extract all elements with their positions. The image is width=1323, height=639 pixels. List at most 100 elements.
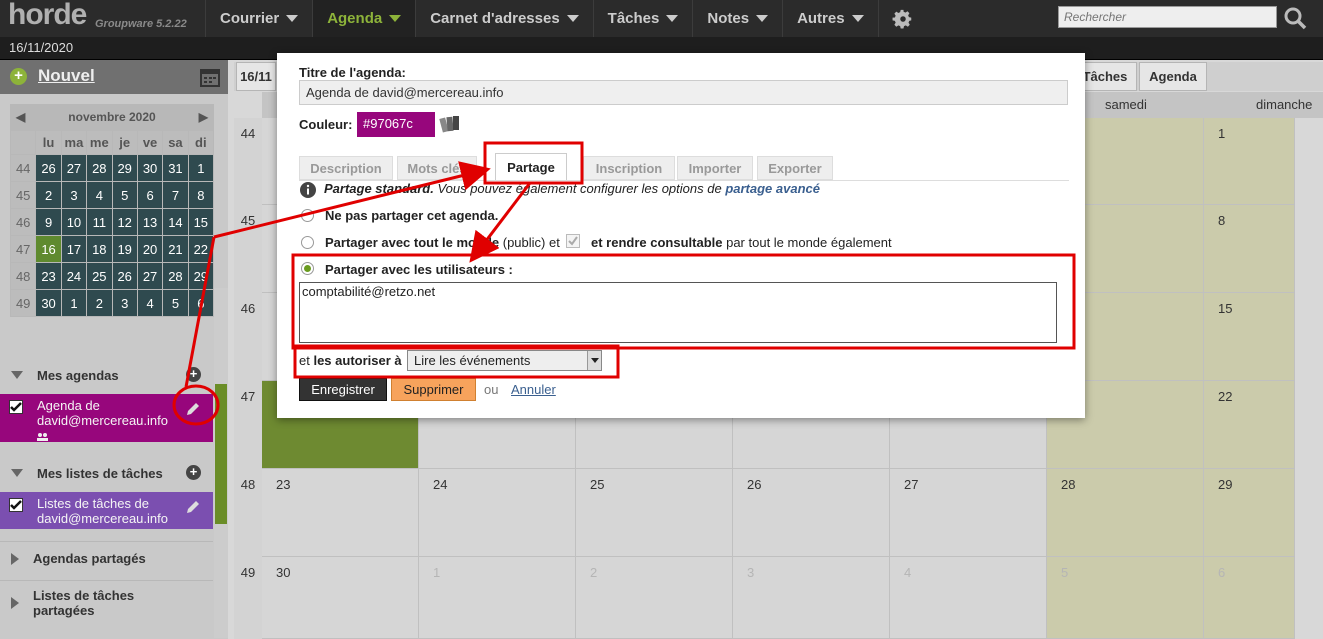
- calendar-day-cell[interactable]: 22: [1204, 381, 1295, 469]
- horde-logo[interactable]: horde Groupware 5.2.22: [0, 0, 205, 37]
- sidebar-scrollbar[interactable]: [214, 288, 228, 638]
- mini-day[interactable]: 14: [162, 208, 189, 236]
- tab-subscription[interactable]: Inscription: [583, 156, 675, 180]
- mini-day[interactable]: 1: [187, 154, 215, 182]
- add-tasklist-icon[interactable]: +: [186, 465, 201, 480]
- radio-no-share[interactable]: [301, 209, 314, 222]
- mini-day[interactable]: 26: [111, 262, 138, 290]
- calendar-day-cell[interactable]: 25: [576, 469, 733, 557]
- tab-description[interactable]: Description: [299, 156, 393, 180]
- pencil-icon[interactable]: [185, 499, 201, 518]
- gear-icon[interactable]: [877, 0, 928, 37]
- advanced-sharing-link[interactable]: partage avancé: [725, 181, 820, 196]
- calendar-title-input[interactable]: Agenda de david@mercereau.info: [299, 80, 1068, 105]
- mini-day[interactable]: 26: [35, 154, 62, 182]
- week-number[interactable]: 45: [9, 181, 37, 209]
- add-calendar-icon[interactable]: +: [186, 367, 201, 382]
- mini-day-today[interactable]: 16: [35, 235, 62, 263]
- calendar-checkbox[interactable]: [9, 400, 23, 414]
- calendar-day-cell[interactable]: 30: [262, 557, 419, 639]
- mini-day[interactable]: 2: [35, 181, 62, 209]
- my-calendars-section[interactable]: Mes agendas +: [0, 358, 213, 392]
- week-number-cell[interactable]: 44: [234, 118, 262, 205]
- mini-day[interactable]: 18: [86, 235, 113, 263]
- mini-day[interactable]: 20: [136, 235, 164, 263]
- next-month-icon[interactable]: ▶: [199, 110, 208, 124]
- mini-day[interactable]: 21: [162, 235, 189, 263]
- calendar-day-cell[interactable]: 15: [1204, 293, 1295, 381]
- users-textarea[interactable]: comptabilité@retzo.net: [299, 282, 1057, 343]
- mini-day[interactable]: 3: [60, 181, 88, 209]
- mini-day[interactable]: 2: [86, 289, 113, 317]
- calendar-day-cell[interactable]: 27: [890, 469, 1047, 557]
- mini-day[interactable]: 12: [111, 208, 138, 236]
- color-picker-icon[interactable]: [439, 114, 461, 137]
- shared-calendars-section[interactable]: Agendas partagés: [0, 541, 213, 575]
- week-number[interactable]: 46: [9, 208, 37, 236]
- my-tasklists-section[interactable]: Mes listes de tâches +: [0, 456, 213, 490]
- tasklist-checkbox[interactable]: [9, 498, 23, 512]
- mini-day[interactable]: 17: [60, 235, 88, 263]
- mini-day[interactable]: 27: [60, 154, 88, 182]
- mini-day[interactable]: 13: [136, 208, 164, 236]
- calendar-day-cell[interactable]: 1: [419, 557, 576, 639]
- tab-import[interactable]: Importer: [677, 156, 753, 180]
- mini-day[interactable]: 10: [60, 208, 88, 236]
- mini-day[interactable]: 27: [136, 262, 164, 290]
- cancel-link[interactable]: Annuler: [511, 382, 556, 397]
- new-event-button[interactable]: + Nouvel: [0, 60, 228, 94]
- tab-agenda[interactable]: Agenda: [1139, 62, 1207, 91]
- mini-day[interactable]: 1: [60, 289, 88, 317]
- radio-share-users[interactable]: [301, 262, 314, 275]
- mini-day[interactable]: 5: [111, 181, 138, 209]
- week-number-cell[interactable]: 46: [234, 293, 262, 381]
- menu-agenda[interactable]: Agenda: [312, 0, 416, 37]
- tab-date[interactable]: 16/11: [236, 62, 276, 91]
- week-number[interactable]: 49: [9, 289, 37, 317]
- mini-day[interactable]: 8: [187, 181, 215, 209]
- shared-tasklists-section[interactable]: Listes de tâches partagées: [0, 580, 213, 624]
- mini-day[interactable]: 4: [86, 181, 113, 209]
- mini-day[interactable]: 9: [35, 208, 62, 236]
- mini-day[interactable]: 3: [111, 289, 138, 317]
- calendar-icon[interactable]: [200, 67, 220, 90]
- calendar-day-cell[interactable]: 2: [576, 557, 733, 639]
- calendar-day-cell[interactable]: 28: [1047, 469, 1204, 557]
- mini-day[interactable]: 29: [111, 154, 138, 182]
- mini-day[interactable]: 11: [86, 208, 113, 236]
- calendar-day-cell[interactable]: 4: [890, 557, 1047, 639]
- week-number-cell[interactable]: 49: [234, 557, 262, 639]
- week-number-cell[interactable]: 45: [234, 205, 262, 293]
- mini-day[interactable]: 15: [187, 208, 215, 236]
- searchable-checkbox[interactable]: [566, 234, 580, 248]
- mini-day[interactable]: 6: [187, 289, 215, 317]
- menu-notes[interactable]: Notes: [692, 0, 782, 37]
- mini-day[interactable]: 6: [136, 181, 164, 209]
- prev-month-icon[interactable]: ◀: [16, 110, 25, 124]
- mini-day[interactable]: 5: [162, 289, 189, 317]
- mini-day[interactable]: 24: [60, 262, 88, 290]
- calendar-day-cell[interactable]: 6: [1204, 557, 1295, 639]
- mini-day[interactable]: 19: [111, 235, 138, 263]
- calendar-day-cell[interactable]: 3: [733, 557, 890, 639]
- week-number-cell[interactable]: 48: [234, 469, 262, 557]
- calendar-day-cell[interactable]: 29: [1204, 469, 1295, 557]
- mini-day[interactable]: 30: [136, 154, 164, 182]
- delete-button[interactable]: Supprimer: [391, 378, 476, 401]
- mini-day[interactable]: 29: [187, 262, 215, 290]
- radio-public[interactable]: [301, 236, 314, 249]
- menu-autres[interactable]: Autres: [782, 0, 878, 37]
- mini-day[interactable]: 28: [162, 262, 189, 290]
- week-number[interactable]: 47: [9, 235, 37, 263]
- week-number[interactable]: 48: [9, 262, 37, 290]
- mini-day[interactable]: 22: [187, 235, 215, 263]
- search-input[interactable]: [1058, 6, 1277, 28]
- permission-select[interactable]: Lire les événements: [407, 350, 602, 371]
- menu-courrier[interactable]: Courrier: [205, 0, 312, 37]
- calendar-day-cell[interactable]: 23: [262, 469, 419, 557]
- mini-day[interactable]: 25: [86, 262, 113, 290]
- mini-day[interactable]: 28: [86, 154, 113, 182]
- week-number[interactable]: 44: [9, 154, 37, 182]
- week-number-cell[interactable]: 47: [234, 381, 262, 469]
- color-input[interactable]: #97067c: [357, 112, 435, 137]
